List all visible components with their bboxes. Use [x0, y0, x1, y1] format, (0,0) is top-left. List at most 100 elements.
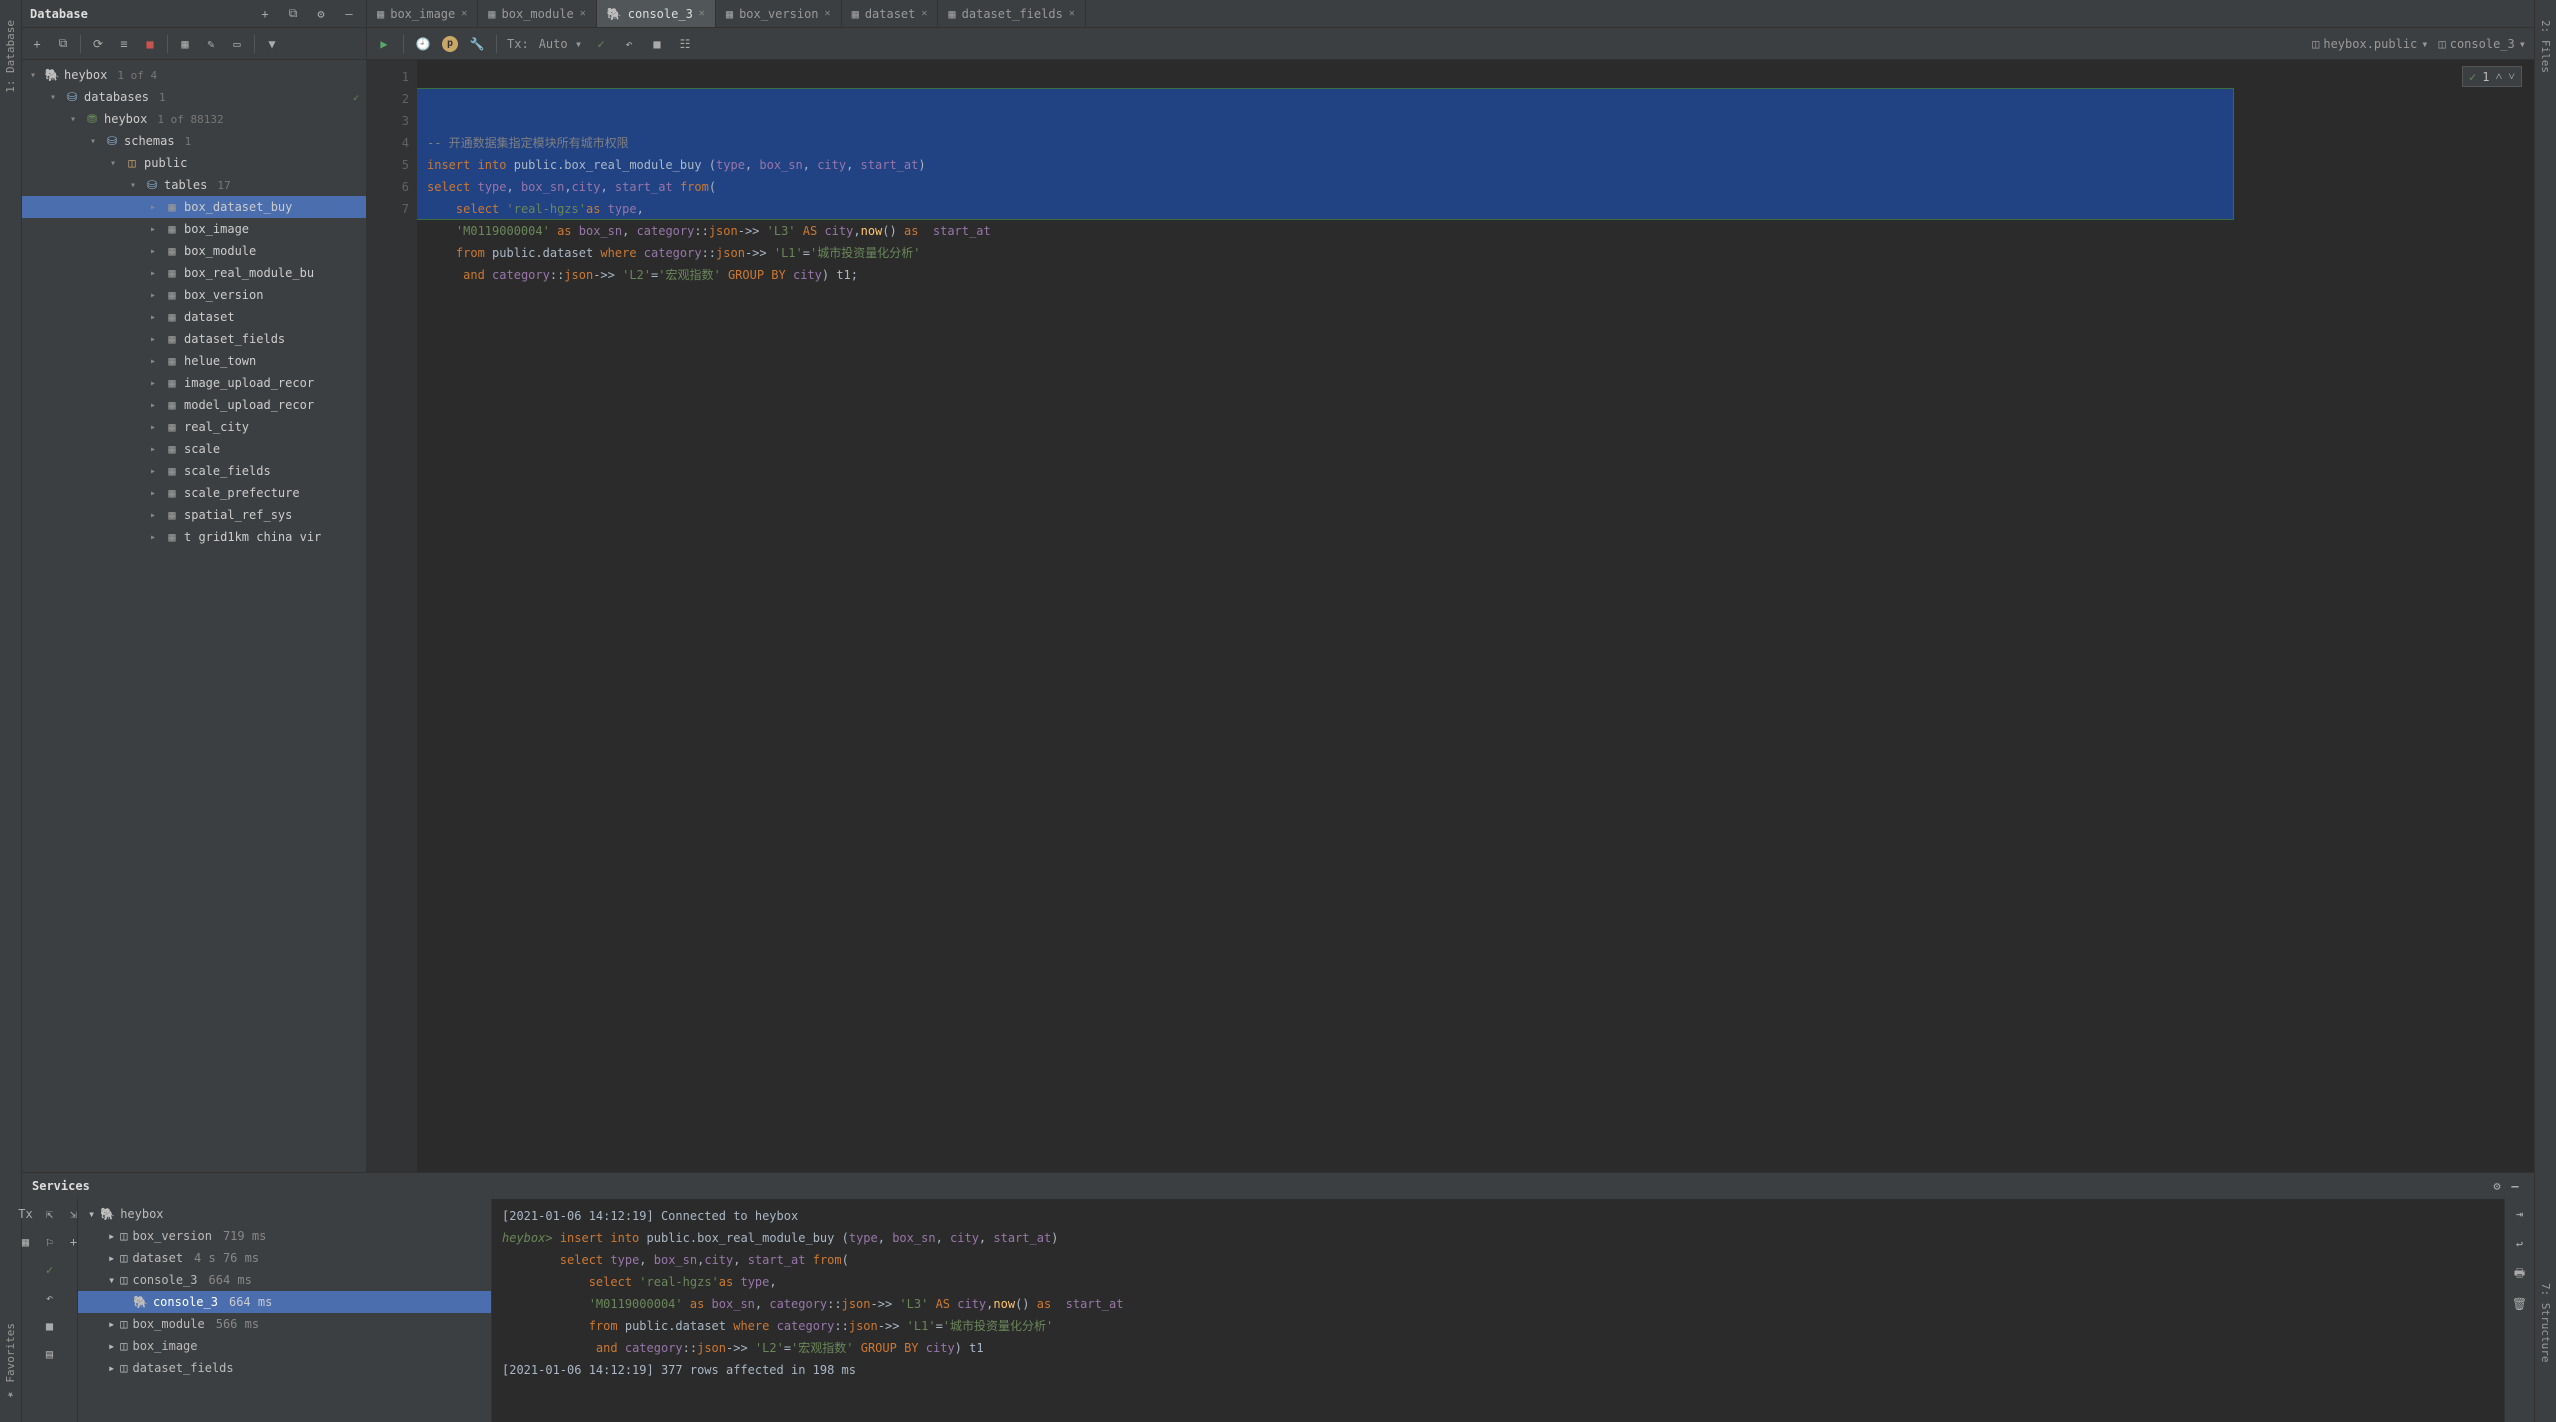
files-tool-button[interactable]: 2: Files: [2539, 20, 2552, 73]
expand-icon[interactable]: ⇱: [41, 1205, 59, 1223]
tree-table-t grid1km china vir[interactable]: ▸▦t grid1km china vir: [22, 526, 366, 548]
table-view-icon[interactable]: ▦: [176, 35, 194, 53]
tree-table-spatial_ref_sys[interactable]: ▸▦spatial_ref_sys: [22, 504, 366, 526]
tree-table-box_version[interactable]: ▸▦box_version: [22, 284, 366, 306]
tree-databases[interactable]: ▾⛁ databases 1: [22, 86, 366, 108]
up-icon[interactable]: ˄: [2495, 69, 2502, 84]
bookmark-icon[interactable]: ⚐: [41, 1233, 59, 1251]
refresh-icon[interactable]: ⟳: [89, 35, 107, 53]
console-output[interactable]: [2021-01-06 14:12:19] Connected to heybo…: [492, 1199, 2504, 1422]
service-box_image[interactable]: ▸◫box_image: [78, 1335, 491, 1357]
run-icon[interactable]: ▶: [375, 35, 393, 53]
history-icon[interactable]: 🕘: [414, 35, 432, 53]
tree-table-model_upload_recor[interactable]: ▸▦model_upload_recor: [22, 394, 366, 416]
wrap-icon[interactable]: ↩: [2511, 1235, 2529, 1253]
inspection-badge[interactable]: ✓ 1 ˄ ˅: [2462, 66, 2522, 87]
tree-table-box_real_module_bu[interactable]: ▸▦box_real_module_bu: [22, 262, 366, 284]
down-icon[interactable]: ˅: [2508, 69, 2515, 84]
tx-icon[interactable]: Tx: [17, 1205, 35, 1223]
tree-table-scale[interactable]: ▸▦scale: [22, 438, 366, 460]
stop-icon[interactable]: ■: [41, 1317, 59, 1335]
tab-box_image[interactable]: ▦box_image✕: [367, 0, 478, 27]
code-line-6[interactable]: from public.dataset where category::json…: [427, 242, 2524, 264]
service-dataset[interactable]: ▸◫dataset4 s 76 ms: [78, 1247, 491, 1269]
ddl-icon[interactable]: ≡: [115, 35, 133, 53]
minimize-icon[interactable]: —: [2506, 1177, 2524, 1195]
service-console_3[interactable]: 🐘console_3664 ms: [78, 1291, 491, 1313]
code-line-4[interactable]: select 'real-hgzs'as type,: [427, 198, 2524, 220]
tree-table-helue_town[interactable]: ▸▦helue_town: [22, 350, 366, 372]
cancel-icon[interactable]: ■: [648, 35, 666, 53]
filter-icon[interactable]: ▼: [263, 35, 281, 53]
wrench-icon[interactable]: 🔧: [468, 35, 486, 53]
tree-heybox-db[interactable]: ▾⛃ heybox 1 of 88132: [22, 108, 366, 130]
database-tool-button[interactable]: 1: Database: [4, 20, 17, 93]
tree-table-dataset[interactable]: ▸▦dataset: [22, 306, 366, 328]
copy-icon[interactable]: ⧉: [54, 35, 72, 53]
close-icon[interactable]: ✕: [1069, 8, 1075, 19]
close-icon[interactable]: ✕: [921, 8, 927, 19]
service-console_3[interactable]: ▾◫console_3664 ms: [78, 1269, 491, 1291]
output-icon[interactable]: ☷: [676, 35, 694, 53]
tree-schemas[interactable]: ▾⛁ schemas 1: [22, 130, 366, 152]
console-selector[interactable]: ◫ console_3 ▾: [2439, 37, 2527, 51]
close-icon[interactable]: ✕: [699, 8, 705, 19]
tree-public-schema[interactable]: ▾◫ public: [22, 152, 366, 174]
gear-icon[interactable]: ⚙: [312, 5, 330, 23]
minimize-icon[interactable]: —: [340, 5, 358, 23]
tab-dataset_fields[interactable]: ▦dataset_fields✕: [938, 0, 1085, 27]
explain-icon[interactable]: p: [442, 36, 458, 52]
close-icon[interactable]: ✕: [825, 8, 831, 19]
tab-dataset[interactable]: ▦dataset✕: [842, 0, 939, 27]
service-box_module[interactable]: ▸◫box_module566 ms: [78, 1313, 491, 1335]
commit-icon[interactable]: ✓: [592, 35, 610, 53]
structure-tool-button[interactable]: 7: Structure: [2539, 1283, 2552, 1362]
layout-icon[interactable]: ▦: [17, 1233, 35, 1251]
trash-icon[interactable]: 🗑: [2511, 1295, 2529, 1313]
tree-table-scale_prefecture[interactable]: ▸▦scale_prefecture: [22, 482, 366, 504]
rollback-icon[interactable]: ↶: [41, 1289, 59, 1307]
database-tree[interactable]: ▾🐘 heybox 1 of 4 ▾⛁ databases 1 ▾⛃ heybo…: [22, 60, 366, 1172]
layout2-icon[interactable]: ▤: [41, 1345, 59, 1363]
new-icon[interactable]: +: [28, 35, 46, 53]
commit-icon[interactable]: ✓: [41, 1261, 59, 1279]
code-line-2[interactable]: insert into public.box_real_module_buy (…: [427, 154, 2524, 176]
inspection-count: 1: [2482, 70, 2489, 84]
schema-selector[interactable]: ◫ heybox.public ▾: [2312, 37, 2428, 51]
tree-table-box_dataset_buy[interactable]: ▸▦box_dataset_buy: [22, 196, 366, 218]
service-heybox[interactable]: ▾🐘heybox: [78, 1203, 491, 1225]
tab-box_module[interactable]: ▦box_module✕: [478, 0, 597, 27]
rollback-icon[interactable]: ↶: [620, 35, 638, 53]
query-icon[interactable]: ▭: [228, 35, 246, 53]
code-area[interactable]: -- 开通数据集指定模块所有城市权限insert into public.box…: [417, 60, 2534, 1172]
close-icon[interactable]: ✕: [461, 8, 467, 19]
favorites-tool-button[interactable]: ★ Favorites: [4, 1323, 17, 1402]
services-tree[interactable]: ▾🐘heybox▸◫box_version719 ms▸◫dataset4 s …: [78, 1199, 491, 1422]
tree-table-box_module[interactable]: ▸▦box_module: [22, 240, 366, 262]
gear-icon[interactable]: ⚙: [2488, 1177, 2506, 1195]
code-line-7[interactable]: and category::json->> 'L2'='宏观指数' GROUP …: [427, 264, 2524, 286]
code-line-3[interactable]: select type, box_sn,city, start_at from(: [427, 176, 2524, 198]
tab-console_3[interactable]: 🐘console_3✕: [597, 0, 716, 27]
add-icon[interactable]: +: [256, 5, 274, 23]
tree-table-dataset_fields[interactable]: ▸▦dataset_fields: [22, 328, 366, 350]
print-icon[interactable]: 🖶: [2511, 1265, 2529, 1283]
tree-table-box_image[interactable]: ▸▦box_image: [22, 218, 366, 240]
code-editor[interactable]: 12✓34567 -- 开通数据集指定模块所有城市权限insert into p…: [367, 60, 2534, 1172]
service-dataset_fields[interactable]: ▸◫dataset_fields: [78, 1357, 491, 1379]
code-line-1[interactable]: -- 开通数据集指定模块所有城市权限: [427, 132, 2524, 154]
tree-table-scale_fields[interactable]: ▸▦scale_fields: [22, 460, 366, 482]
duplicate-icon[interactable]: ⧉: [284, 5, 302, 23]
scroll-icon[interactable]: ⇥: [2511, 1205, 2529, 1223]
tree-table-image_upload_recor[interactable]: ▸▦image_upload_recor: [22, 372, 366, 394]
edit-icon[interactable]: ✎: [202, 35, 220, 53]
tree-table-real_city[interactable]: ▸▦real_city: [22, 416, 366, 438]
tree-root[interactable]: ▾🐘 heybox 1 of 4: [22, 64, 366, 86]
tree-tables[interactable]: ▾⛁ tables 17: [22, 174, 366, 196]
service-box_version[interactable]: ▸◫box_version719 ms: [78, 1225, 491, 1247]
code-line-5[interactable]: 'M0119000004' as box_sn, category::json-…: [427, 220, 2524, 242]
tx-mode[interactable]: Auto ▾: [539, 37, 582, 51]
stop-icon[interactable]: ■: [141, 35, 159, 53]
tab-box_version[interactable]: ▦box_version✕: [716, 0, 842, 27]
close-icon[interactable]: ✕: [580, 8, 586, 19]
